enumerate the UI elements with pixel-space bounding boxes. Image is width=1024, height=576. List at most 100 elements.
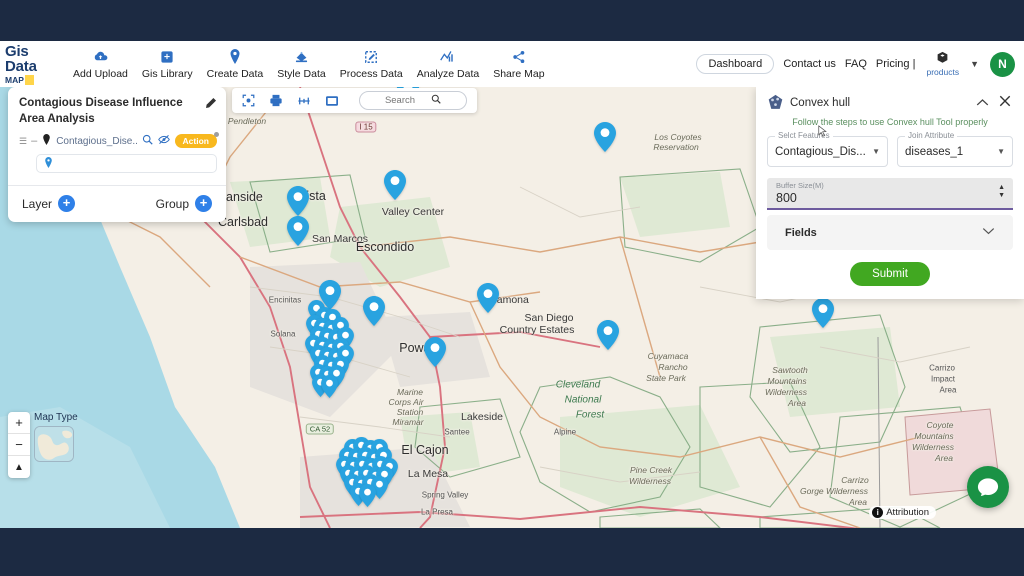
world-map-icon <box>35 427 73 461</box>
buffer-size-stepper[interactable]: ▲ ▼ <box>998 184 1005 199</box>
map-marker-pin[interactable] <box>597 320 619 350</box>
drag-handle-icon[interactable]: ☰ <box>19 136 27 147</box>
add-layer-button[interactable]: Layer + <box>22 195 76 213</box>
join-attribute-label: Join Attribute <box>905 131 958 140</box>
chat-widget-button[interactable] <box>967 466 1009 508</box>
nav-item-add-upload[interactable]: Add Upload <box>66 48 135 80</box>
nav-item-create-data[interactable]: Create Data <box>200 48 271 80</box>
layer-action-button[interactable]: Action <box>174 132 219 149</box>
map-marker-pin[interactable] <box>287 186 309 216</box>
nav-item-share-map[interactable]: Share Map <box>486 48 551 80</box>
chevron-down-icon: ▼ <box>872 147 880 156</box>
products-label: products <box>926 67 960 77</box>
brand-logo[interactable]: Gis Data MAP00 <box>0 44 62 85</box>
search-input[interactable]: Search <box>359 91 467 110</box>
map-marker-pin[interactable] <box>384 170 406 200</box>
stepper-up-icon[interactable]: ▲ <box>998 184 1005 191</box>
process-dashed-icon <box>364 48 378 65</box>
dashboard-button[interactable]: Dashboard <box>696 54 775 74</box>
nav-item-process-data[interactable]: Process Data <box>333 48 410 80</box>
join-attribute-dropdown[interactable]: Join Attribute diseases_1 ▼ <box>897 131 1013 167</box>
buffer-size-value: 800 <box>776 191 797 205</box>
select-features-dropdown[interactable]: Selct Features Contagious_Dis... ▼ <box>767 131 888 167</box>
tool-panel-header: Convex hull <box>767 94 1013 111</box>
info-icon: i <box>872 507 884 518</box>
header-right: Dashboard Contact us FAQ Pricing | produ… <box>696 51 1024 77</box>
nav-label: Process Data <box>339 68 403 80</box>
nav-label: Create Data <box>206 68 264 80</box>
tool-panel-subtitle: Follow the steps to use Convex hull Tool… <box>792 117 988 127</box>
basemap-icon[interactable] <box>325 95 339 107</box>
chevron-up-icon[interactable] <box>974 95 991 110</box>
layer-symbol-row[interactable] <box>36 154 217 174</box>
nav-label: Add Upload <box>73 68 128 80</box>
zoom-to-layer-icon[interactable] <box>142 134 153 148</box>
products-menu[interactable]: products <box>926 51 959 77</box>
nav-item-analyze-data[interactable]: Analyze Data <box>410 48 486 80</box>
share-icon <box>512 48 526 65</box>
search-placeholder: Search <box>384 95 416 106</box>
nav-label: Gis Library <box>141 68 193 80</box>
pencil-icon[interactable] <box>204 96 217 113</box>
join-attribute-value: diseases_1 <box>905 145 964 158</box>
map-marker-pin[interactable] <box>594 122 616 152</box>
attribution-button[interactable]: i Attribution <box>869 506 936 519</box>
submit-button[interactable]: Submit <box>850 262 930 286</box>
plus-icon: + <box>195 195 212 213</box>
layer-panel-footer: Layer + Group + <box>8 185 226 222</box>
map-type-switcher[interactable]: Map Type <box>34 412 78 462</box>
layer-row[interactable]: ☰ – Contagious_Dise... Action <box>19 132 219 149</box>
map-marker-pin[interactable] <box>477 283 499 313</box>
bottom-dark-bar <box>0 528 1024 576</box>
convex-hull-tool-panel: Convex hull Follow the steps to use Conv… <box>756 87 1024 299</box>
contact-us-link[interactable]: Contact us <box>783 58 836 70</box>
map-marker-pin[interactable] <box>287 216 309 246</box>
faq-link[interactable]: FAQ <box>845 58 867 70</box>
map-marker-pin[interactable] <box>812 298 834 328</box>
map-zoom-controls[interactable]: + − ▲ <box>8 412 30 478</box>
map-marker-pin[interactable] <box>320 375 338 398</box>
add-group-button[interactable]: Group + <box>156 195 212 213</box>
nav-item-style-data[interactable]: Style Data <box>270 48 332 80</box>
chevron-down-icon <box>982 227 995 238</box>
fields-accordion[interactable]: Fields <box>767 125 1013 250</box>
zoom-in-button[interactable]: + <box>8 412 30 434</box>
buffer-size-input[interactable]: Buffer Size(M) 800 ▲ ▼ <box>767 178 1013 210</box>
avatar[interactable]: N <box>990 51 1015 77</box>
pricing-link[interactable]: Pricing | <box>876 58 916 70</box>
print-icon[interactable] <box>269 94 283 107</box>
layer-panel-header: Contagious Disease Influence Area Analys… <box>8 87 226 134</box>
chevron-down-icon: ▼ <box>997 147 1005 156</box>
nav-label: Style Data <box>277 68 326 80</box>
nav-label: Analyze Data <box>416 68 480 80</box>
select-features-value: Contagious_Dis... <box>775 145 866 158</box>
brand-subtitle: MAP00 <box>5 74 62 85</box>
search-icon[interactable] <box>431 94 441 107</box>
map-marker-pin[interactable] <box>358 484 376 507</box>
map-type-label: Map Type <box>34 412 78 423</box>
map-marker-pin[interactable] <box>363 296 385 326</box>
collapse-minus-icon[interactable]: – <box>31 135 37 147</box>
convex-hull-icon <box>767 94 784 111</box>
brand-name: Gis Data <box>5 42 37 75</box>
layer-name[interactable]: Contagious_Dise... <box>56 136 136 147</box>
chat-bubble-icon <box>977 477 999 496</box>
tool-field-row: Selct Features Contagious_Dis... ▼ Join … <box>767 131 1013 167</box>
map-toolbar: Search <box>232 88 477 113</box>
compass-north-icon[interactable]: ▲ <box>8 456 30 478</box>
symbol-pin-icon <box>44 156 53 171</box>
main-nav: Add Upload Gis Library Create Data Style… <box>66 48 552 80</box>
close-icon[interactable] <box>997 95 1013 110</box>
fullscreen-icon[interactable] <box>242 94 255 107</box>
map-type-thumbnail[interactable] <box>34 426 74 462</box>
paint-bucket-icon <box>294 48 309 65</box>
eye-off-icon[interactable] <box>157 134 170 148</box>
map-marker-pin[interactable] <box>424 337 446 367</box>
brand-sub-chip: 00 <box>24 74 35 85</box>
nav-item-gis-library[interactable]: Gis Library <box>135 48 200 80</box>
layer-type-pin-icon <box>42 134 51 148</box>
chevron-down-icon[interactable]: ▼ <box>970 59 979 69</box>
measure-icon[interactable] <box>297 95 311 107</box>
stepper-down-icon[interactable]: ▼ <box>998 192 1005 199</box>
zoom-out-button[interactable]: − <box>8 434 30 456</box>
